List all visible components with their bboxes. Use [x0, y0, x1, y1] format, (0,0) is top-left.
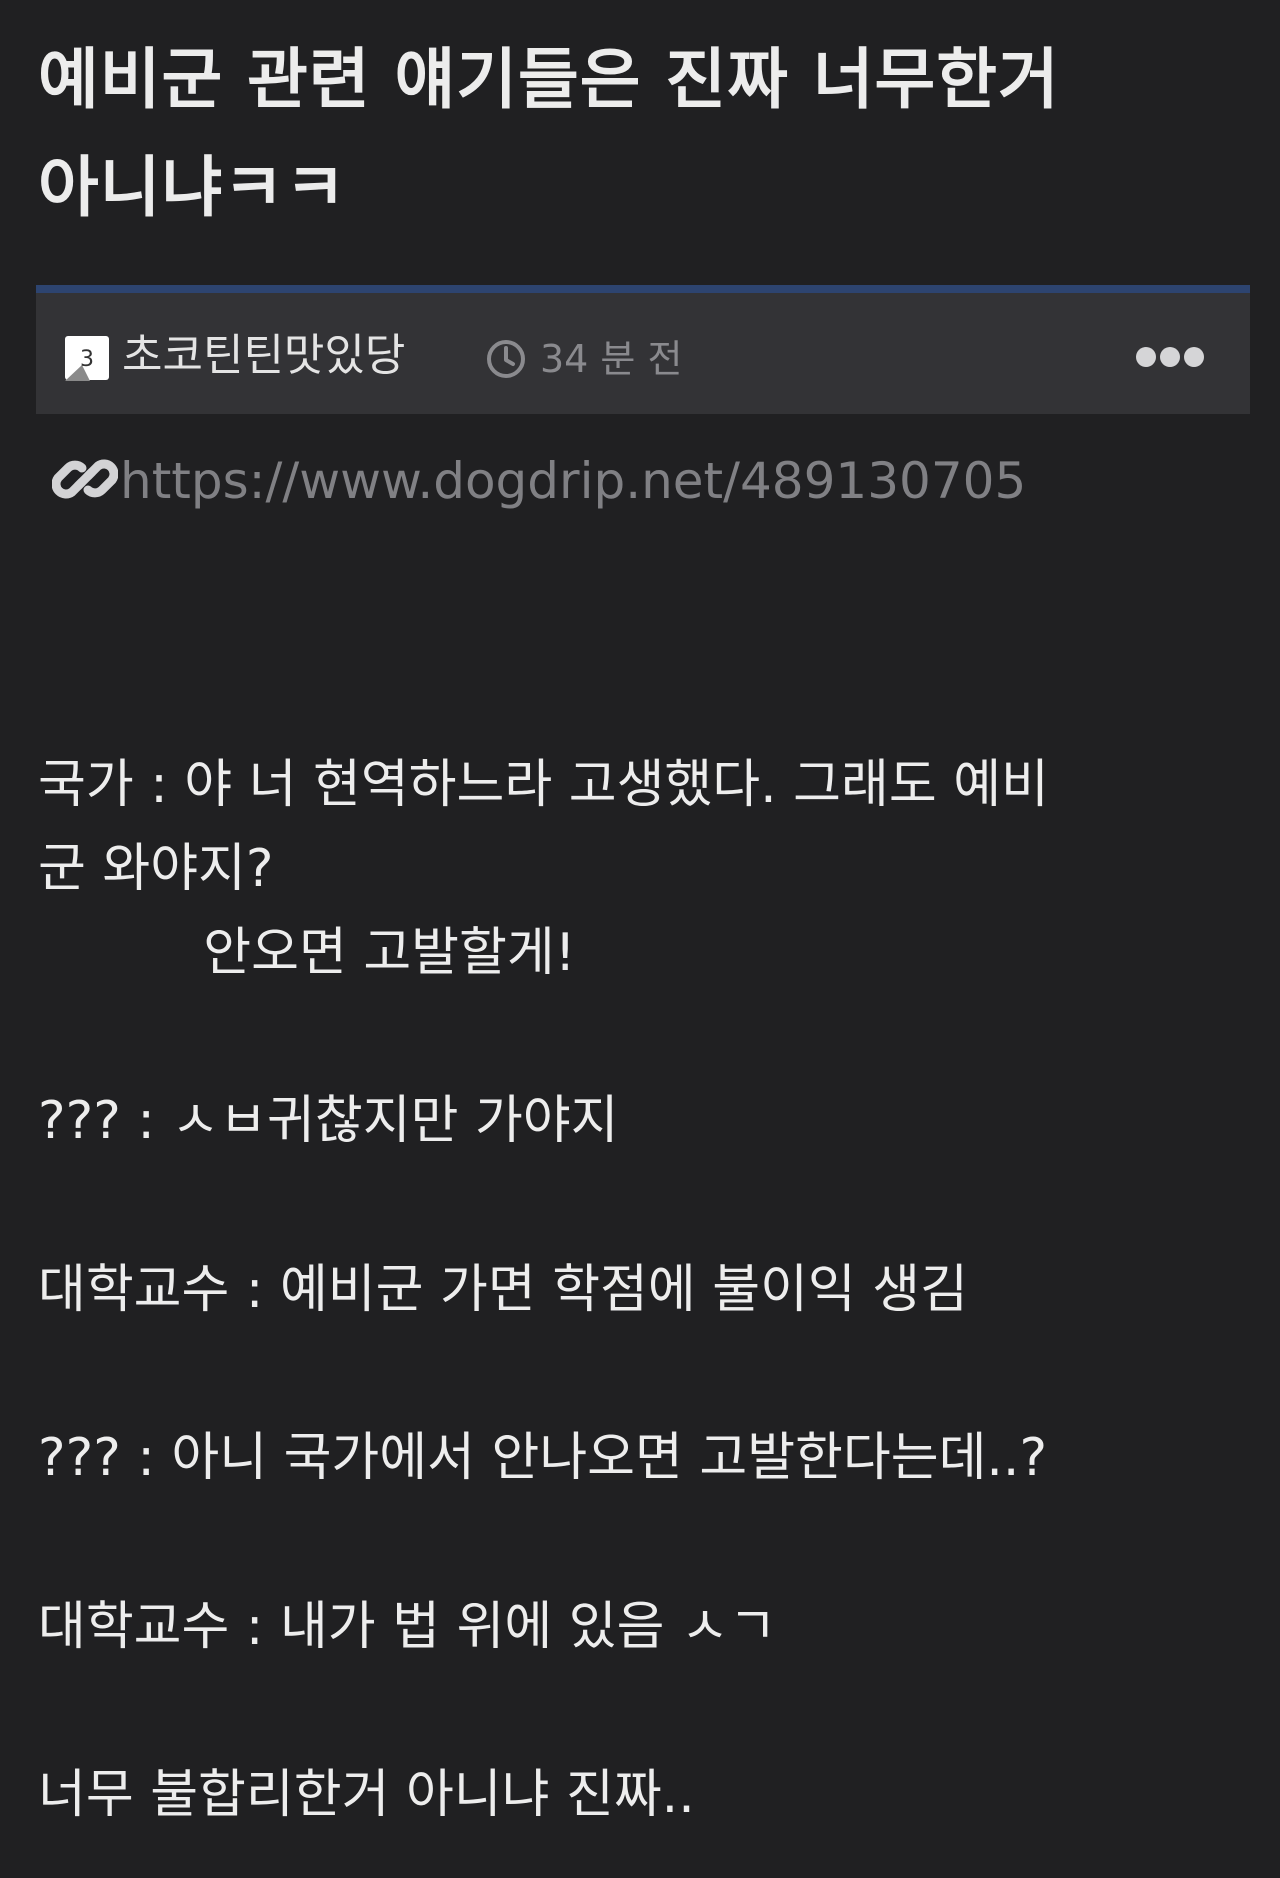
author-name[interactable]: 초코틴틴맛있당 — [122, 323, 405, 389]
clock-icon — [487, 340, 525, 378]
content-line: ??? : ㅅㅂ귀찮지만 가야지 — [38, 1091, 619, 1151]
more-dots-icon — [1136, 347, 1204, 367]
content-line: 대학교수 : 예비군 가면 학점에 불이익 생김 — [38, 1260, 968, 1320]
content-line: 안오면 고발할게! — [38, 923, 576, 983]
content-line: ??? : 아니 국가에서 안나오면 고발한다는데..? — [38, 1428, 1048, 1488]
post-time: 34 분 전 — [540, 337, 683, 381]
content-line: 국가 : 야 너 현역하느라 고생했다. 그래도 예비 — [38, 755, 1049, 815]
svg-text:3: 3 — [80, 347, 94, 372]
post-meta-bar: 3 초코틴틴맛있당 34 분 전 — [36, 285, 1250, 414]
member-level-icon: 3 — [65, 336, 109, 381]
permalink-url[interactable]: https://www.dogdrip.net/489130705 — [120, 450, 1026, 512]
content-line: 대학교수 : 내가 법 위에 있음 ㅅㄱ — [38, 1597, 777, 1657]
post-title: 예비군 관련 얘기들은 진짜 너무한거 아니냐ㅋㅋ — [38, 26, 1238, 242]
permalink-row: https://www.dogdrip.net/489130705 — [52, 446, 1232, 516]
content-line: 군 와야지? — [38, 839, 274, 899]
content-line: 너무 불합리한거 아니냐 진짜.. — [38, 1765, 695, 1825]
post-page: 예비군 관련 얘기들은 진짜 너무한거 아니냐ㅋㅋ 3 초코틴틴맛있당 34 분… — [0, 0, 1280, 1878]
post-title-line-2: 아니냐ㅋㅋ — [38, 149, 347, 226]
link-icon — [52, 459, 118, 499]
post-title-line-1: 예비군 관련 얘기들은 진짜 너무한거 — [38, 41, 1060, 118]
more-options-button[interactable] — [1134, 337, 1206, 377]
